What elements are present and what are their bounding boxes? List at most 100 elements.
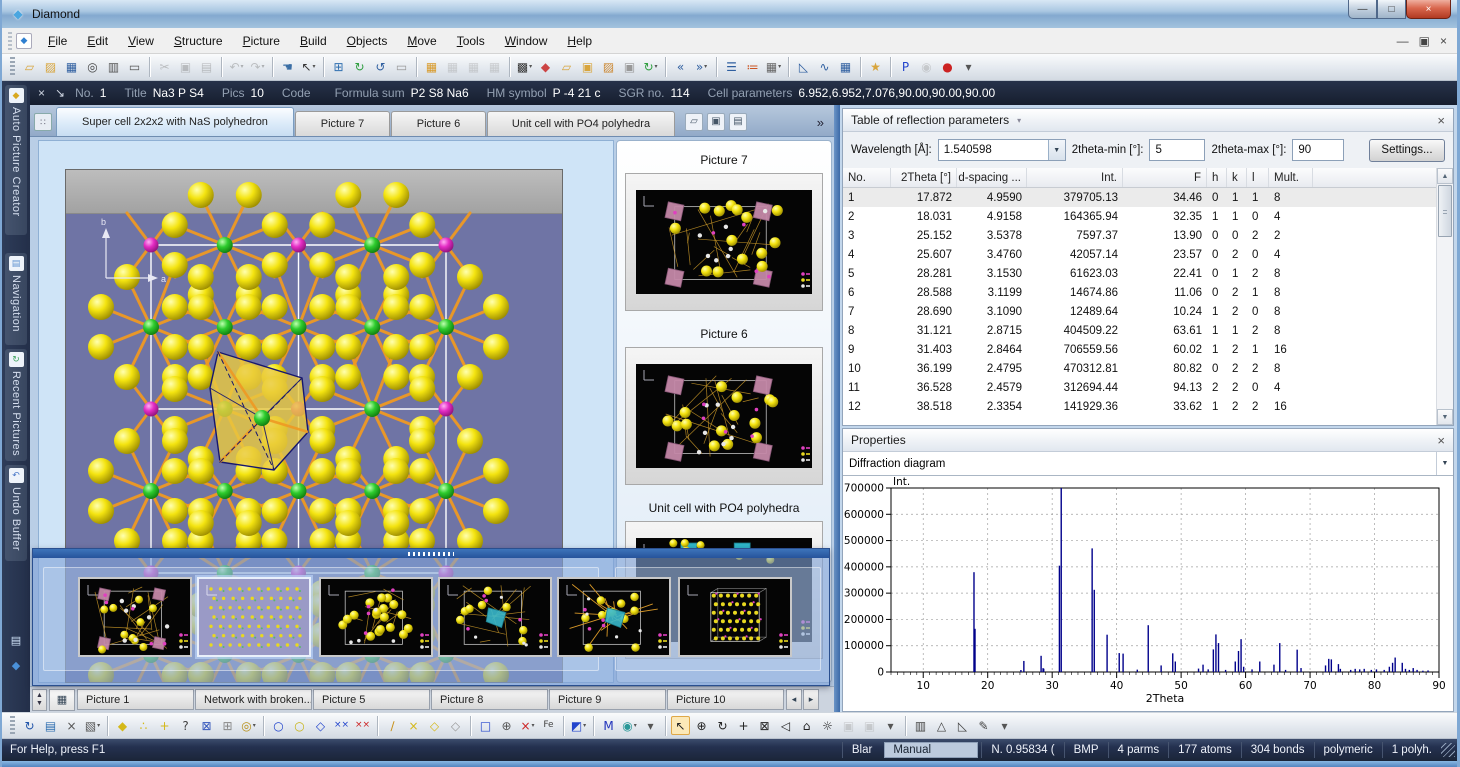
mdi-close-icon[interactable]: ×: [1440, 34, 1447, 48]
table-row[interactable]: 1136.5282.4579312694.4494.132204: [843, 378, 1453, 397]
build-tools-icon[interactable]: ×: [62, 716, 81, 735]
picture-tab[interactable]: Picture 6: [391, 111, 486, 136]
menu-move[interactable]: Move: [397, 30, 446, 52]
bottom-picture-tab[interactable]: Picture 1: [77, 689, 194, 710]
polygon-blue-icon[interactable]: ○: [269, 716, 288, 735]
menu-objects[interactable]: Objects: [337, 30, 398, 52]
spin-icon[interactable]: ☼: [818, 716, 837, 735]
filmstrip-thumb-picture-1[interactable]: [78, 577, 192, 657]
plane-icon[interactable]: ⊕: [497, 716, 516, 735]
column-header[interactable]: No.: [843, 168, 891, 187]
resize-grip[interactable]: [1441, 743, 1455, 757]
table-row[interactable]: 831.1212.8715404509.2263.611128: [843, 321, 1453, 340]
picture-tab[interactable]: Picture 7: [295, 111, 390, 136]
menu-structure[interactable]: Structure: [164, 30, 233, 52]
tab-rows-icon[interactable]: ▤: [729, 113, 747, 131]
copy-icon[interactable]: ▣: [176, 58, 195, 77]
tilt-icon[interactable]: ◁: [776, 716, 795, 735]
column-header[interactable]: d-spacing ...: [957, 168, 1027, 187]
ring-gray-icon[interactable]: ◇: [446, 716, 465, 735]
undo-icon[interactable]: ↶▾: [227, 58, 246, 77]
distances-table-icon[interactable]: ▦: [443, 58, 462, 77]
pan-tool-icon[interactable]: ☚: [278, 58, 297, 77]
diffraction-chart[interactable]: 0100000200000300000400000500000600000700…: [843, 476, 1453, 711]
table-row[interactable]: 1238.5182.3354141929.3633.6212216: [843, 397, 1453, 416]
menu-tools[interactable]: Tools: [447, 30, 495, 52]
rotate-z-icon[interactable]: ↻: [713, 716, 732, 735]
reflection-table-icon[interactable]: ▦: [836, 58, 855, 77]
measure-icon[interactable]: ◺: [953, 716, 972, 735]
menu-window[interactable]: Window: [495, 30, 558, 52]
properties-pane-close-icon[interactable]: ×: [1437, 433, 1445, 448]
home-view-icon[interactable]: ⌂: [797, 716, 816, 735]
black-picture-icon[interactable]: ◆: [536, 58, 555, 77]
print-icon[interactable]: ▭: [125, 58, 144, 77]
snapshot-icon[interactable]: ◉: [917, 58, 936, 77]
colored-sphere-icon[interactable]: ◉▾: [620, 716, 639, 735]
picture-tab[interactable]: Super cell 2x2x2 with NaS polyhedron: [56, 107, 294, 136]
record-close-icon[interactable]: ×: [38, 86, 45, 100]
select-arrow-icon[interactable]: ↖▾: [299, 58, 318, 77]
next-picture-icon[interactable]: »▾: [692, 58, 711, 77]
grid-layout-icon[interactable]: ▩▾: [515, 58, 534, 77]
menu-picture[interactable]: Picture: [233, 30, 290, 52]
polygon-yellow-icon[interactable]: ○: [290, 716, 309, 735]
menubar-grip[interactable]: [8, 32, 12, 50]
table-scrollbar[interactable]: ▲ ▼: [1436, 168, 1453, 425]
menu-file[interactable]: File: [38, 30, 77, 52]
new-document-icon[interactable]: ▱: [20, 58, 39, 77]
table-row[interactable]: 425.6073.476042057.1423.570204: [843, 245, 1453, 264]
polyhedron-icon[interactable]: ◇: [311, 716, 330, 735]
scrollbar-thumb[interactable]: [1438, 185, 1452, 237]
preview-thumbnail[interactable]: [625, 347, 823, 485]
tab-columns-icon[interactable]: ▣: [707, 113, 725, 131]
panel-preview-icon[interactable]: ▤: [11, 634, 21, 647]
properties-selector[interactable]: Diffraction diagram ▼: [843, 452, 1453, 476]
sidebar-tab-navigation[interactable]: ▤Navigation: [5, 253, 27, 345]
powder-diagram-icon[interactable]: ∿: [815, 58, 834, 77]
theta-max-input[interactable]: 90: [1292, 139, 1344, 161]
rotate-view-icon[interactable]: ↺: [371, 58, 390, 77]
scroll-up-icon[interactable]: ▲: [1437, 168, 1453, 184]
column-header[interactable]: 2Theta [°]: [891, 168, 957, 187]
menu-build[interactable]: Build: [290, 30, 337, 52]
toolbar-grip[interactable]: [10, 716, 15, 736]
table-row[interactable]: 117.8724.9590379705.1334.460118: [843, 188, 1453, 207]
theta-min-input[interactable]: 5: [1149, 139, 1205, 161]
pointer-icon[interactable]: ↖: [671, 716, 690, 735]
cut-icon[interactable]: ✂: [155, 58, 174, 77]
packing-icon[interactable]: ◩▾: [569, 716, 588, 735]
video-record-icon[interactable]: ●: [938, 58, 957, 77]
annotate-icon[interactable]: ✎: [974, 716, 993, 735]
column-header[interactable]: Mult.: [1269, 168, 1313, 187]
tab-spinner[interactable]: ▲▼: [32, 689, 47, 711]
bond-net-icon[interactable]: ×: [404, 716, 423, 735]
reflection-table[interactable]: No.2Theta [°]d-spacing ...Int.FhklMult. …: [843, 168, 1453, 425]
tab-grid-icon[interactable]: ▦: [49, 689, 75, 711]
bonds-x-blue-icon[interactable]: ××: [332, 716, 351, 735]
table-row[interactable]: 728.6903.109012489.6410.241208: [843, 302, 1453, 321]
rotate-free-icon[interactable]: ⊕: [692, 716, 711, 735]
bottom-picture-tab[interactable]: Picture 10: [667, 689, 784, 710]
torsion-table-icon[interactable]: ▦: [485, 58, 504, 77]
view-filter-icon[interactable]: ▧▾: [83, 716, 102, 735]
open-icon[interactable]: ▨: [41, 58, 60, 77]
picture-frame-icon[interactable]: ▨: [599, 58, 618, 77]
sidebar-tab-undo-buffer[interactable]: ↶Undo Buffer: [5, 465, 27, 561]
data-table-icon[interactable]: ▦▾: [764, 58, 783, 77]
filmstrip-thumb-picture-5[interactable]: [319, 577, 433, 657]
find-icon[interactable]: ◎: [83, 58, 102, 77]
data-list-icon[interactable]: ≔: [743, 58, 762, 77]
new-picture-icon[interactable]: ▱: [557, 58, 576, 77]
toolbar-grip[interactable]: [10, 57, 15, 77]
unit-cell-icon[interactable]: □: [476, 716, 495, 735]
record-nav-icon[interactable]: ↘: [55, 86, 65, 100]
bottom-picture-tab[interactable]: Picture 9: [549, 689, 666, 710]
bonds-x-red-icon[interactable]: ××: [353, 716, 372, 735]
fe-bond-icon[interactable]: Fe: [539, 716, 558, 735]
toolbar-overflow-icon[interactable]: ▾: [995, 716, 1014, 735]
update-picture-icon[interactable]: ↻: [350, 58, 369, 77]
tree-view-icon[interactable]: ⊞: [329, 58, 348, 77]
broken-bonds-icon[interactable]: ⊞: [218, 716, 237, 735]
filmstrip-thumb-picture-9[interactable]: [557, 577, 671, 657]
